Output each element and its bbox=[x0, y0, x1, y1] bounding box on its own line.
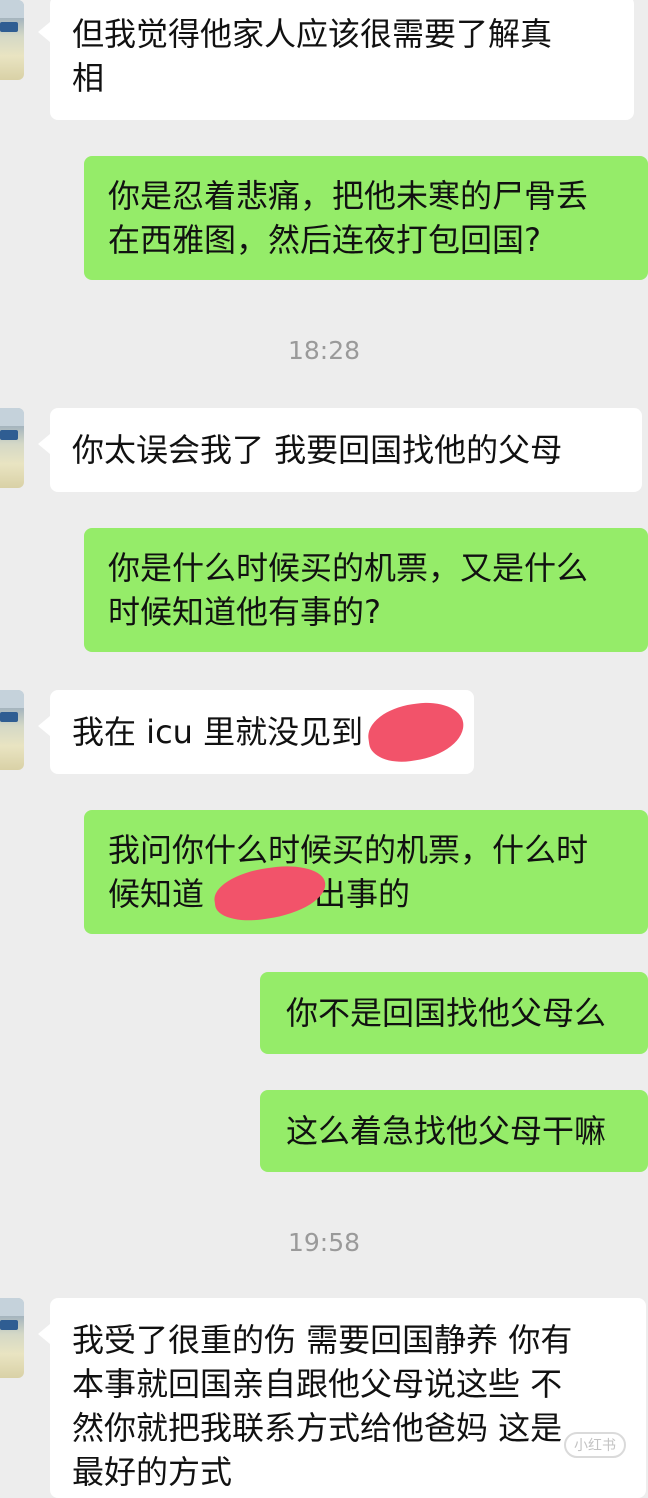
message-segment: 候知道 bbox=[108, 875, 205, 913]
message-line: 最好的方式 bbox=[72, 1453, 233, 1491]
received-message-bubble[interactable]: 我受了很重的伤 需要回国静养 你有 本事就回国亲自跟他父母说这些 不 然你就把我… bbox=[38, 1298, 646, 1498]
sent-message-bubble[interactable]: 我问你什么时候买的机票，什么时 候知道 出事的 bbox=[84, 810, 648, 934]
sent-message-bubble[interactable]: 这么着急找他父母干嘛 bbox=[260, 1090, 648, 1172]
message-line: 本事就回国亲自跟他父母说这些 不 bbox=[72, 1365, 563, 1403]
message-line: 你不是回国找他父母么 bbox=[286, 994, 607, 1032]
message-line: 时候知道他有事的? bbox=[108, 593, 381, 631]
message-line: 在西雅图，然后连夜打包回国? bbox=[108, 221, 541, 259]
message-line: 但我觉得他家人应该很需要了解真 bbox=[72, 15, 553, 53]
sent-message-bubble[interactable]: 你是什么时候买的机票，又是什么 时候知道他有事的? bbox=[84, 528, 648, 652]
received-message-bubble[interactable]: 但我觉得他家人应该很需要了解真 相 bbox=[38, 0, 634, 120]
contact-avatar[interactable] bbox=[0, 408, 24, 488]
message-line: 你是什么时候买的机票，又是什么 bbox=[108, 549, 589, 587]
received-message-bubble[interactable]: 你太误会我了 我要回国找他的父母 bbox=[38, 408, 642, 492]
message-line: 我受了很重的伤 需要回国静养 你有 bbox=[72, 1321, 573, 1359]
sent-message-bubble[interactable]: 你是忍着悲痛，把他未寒的尸骨丢 在西雅图，然后连夜打包回国? bbox=[84, 156, 648, 280]
contact-avatar[interactable] bbox=[0, 0, 24, 80]
message-line: 我问你什么时候买的机票，什么时 bbox=[108, 831, 589, 869]
message-line: 你是忍着悲痛，把他未寒的尸骨丢 bbox=[108, 177, 589, 215]
message-line: 这么着急找他父母干嘛 bbox=[286, 1112, 607, 1150]
message-timestamp: 18:28 bbox=[287, 336, 361, 365]
message-line: 你太误会我了 我要回国找他的父母 bbox=[72, 431, 563, 469]
chat-conversation: 但我觉得他家人应该很需要了解真 相 你是忍着悲痛，把他未寒的尸骨丢 在西雅图，然… bbox=[0, 0, 648, 1498]
message-segment: 出事的 bbox=[314, 875, 411, 913]
redaction-scribble bbox=[364, 697, 468, 767]
watermark-logo: 小红书 bbox=[564, 1432, 626, 1458]
message-timestamp: 19:58 bbox=[287, 1228, 361, 1257]
received-message-bubble[interactable]: 我在 icu 里就没见到 bbox=[38, 690, 474, 774]
contact-avatar[interactable] bbox=[0, 1298, 24, 1378]
message-line: 然你就把我联系方式给他爸妈 这是 bbox=[72, 1409, 563, 1447]
sent-message-bubble[interactable]: 你不是回国找他父母么 bbox=[260, 972, 648, 1054]
message-line: 候知道 出事的 bbox=[108, 872, 626, 916]
contact-avatar[interactable] bbox=[0, 690, 24, 770]
message-line: 相 bbox=[72, 59, 105, 97]
